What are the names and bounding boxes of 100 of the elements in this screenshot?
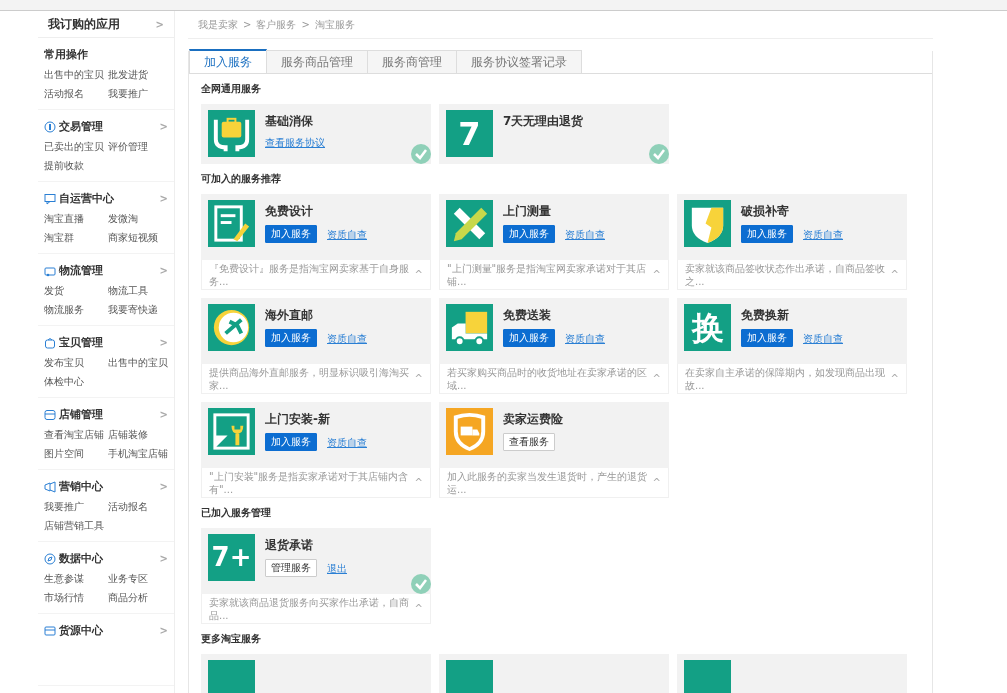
service-link[interactable]: 资质自查 [803, 330, 843, 346]
service-title: 破损补寄 [741, 203, 790, 220]
service-link[interactable]: 资质自查 [565, 226, 605, 242]
sidebar-group-title: 常用操作 [44, 47, 88, 63]
sidebar-link[interactable]: 出售中的宝贝 [108, 353, 168, 372]
sidebar-link[interactable]: 我要推广 [44, 497, 84, 516]
service-title: 免费设计 [265, 203, 314, 220]
section-title: 更多淘宝服务 [201, 632, 262, 646]
sidebar-group-title: 店铺管理 [58, 407, 103, 423]
service-button[interactable]: 管理服务 [265, 559, 317, 577]
service-link[interactable]: 资质自查 [565, 330, 605, 346]
section-title: 全网通用服务 [201, 82, 262, 96]
section-title: 可加入的服务推荐 [201, 172, 282, 186]
breadcrumb-link[interactable]: 我是卖家 [198, 17, 238, 32]
service-description: 『免费设计』服务是指淘宝网卖家基于自身服务... [209, 261, 410, 288]
tab[interactable]: 服务商品管理 [266, 50, 368, 73]
sidebar-link[interactable]: 批发进货 [108, 65, 148, 84]
sidebar-group-title: 宝贝管理 [58, 335, 103, 351]
sidebar-link[interactable]: 发货 [44, 281, 64, 300]
sidebar-link[interactable]: 生意参谋 [44, 569, 84, 588]
megaphone-icon [44, 480, 56, 493]
join-service-button[interactable]: 加入服务 [503, 225, 555, 243]
sidebar-link[interactable]: 手机淘宝店铺 [108, 444, 168, 463]
service-logo: 7+ [208, 534, 255, 581]
service-description: 卖家就该商品退货服务向买家作出承诺，自商品... [209, 595, 410, 622]
join-service-button[interactable]: 加入服务 [265, 433, 317, 451]
service-title: 免费换新 [741, 307, 790, 324]
service-title: 上门测量 [503, 203, 552, 220]
sidebar-link[interactable]: 我要推广 [108, 84, 148, 103]
sidebar-link[interactable]: 评价管理 [108, 137, 148, 156]
sidebar-link[interactable]: 出售中的宝贝 [44, 65, 104, 84]
service-logo: 换 [684, 304, 731, 351]
bag-icon [44, 336, 56, 349]
compass-icon [44, 552, 56, 565]
service-link[interactable]: 资质自查 [327, 434, 367, 450]
service-description: 若买家购买商品时的收货地址在卖家承诺的区域... [447, 365, 648, 392]
sidebar-link[interactable]: 淘宝群 [44, 228, 74, 247]
service-link[interactable]: 查看服务协议 [265, 135, 325, 150]
join-service-button[interactable]: 加入服务 [265, 329, 317, 347]
sidebar-link[interactable]: 店铺装修 [108, 425, 148, 444]
sidebar-group-title: 物流管理 [58, 263, 103, 279]
service-link[interactable]: 资质自查 [803, 226, 843, 242]
sidebar-link[interactable]: 已卖出的宝贝 [44, 137, 104, 156]
sidebar-group-title: 货源中心 [58, 623, 103, 639]
sidebar-link[interactable]: 店铺营销工具 [44, 516, 104, 535]
service-description: "上门安装"服务是指卖家承诺对于其店铺内含有"... [209, 469, 410, 496]
service-link[interactable]: 资质自查 [327, 330, 367, 346]
sidebar-link[interactable]: 查看淘宝店铺 [44, 425, 104, 444]
sidebar-link[interactable]: 体检中心 [44, 372, 84, 391]
service-description: "上门测量"服务是指淘宝网卖家承诺对于其店铺... [447, 261, 648, 288]
sidebar-heading-link[interactable]: 我订购的应用 [48, 15, 120, 33]
service-description: 在卖家自主承诺的保障期内，如发现商品出现故... [685, 365, 886, 392]
sidebar-link[interactable]: 淘宝直播 [44, 209, 84, 228]
sidebar-group-title: 交易管理 [58, 119, 103, 135]
service-logo: 7 [446, 110, 493, 157]
section-title: 已加入服务管理 [201, 506, 272, 520]
sidebar-link[interactable]: 活动报名 [44, 84, 84, 103]
service-title: 基础消保 [265, 113, 314, 130]
tab[interactable]: 加入服务 [189, 49, 267, 73]
join-service-button[interactable]: 加入服务 [503, 329, 555, 347]
sidebar-link[interactable]: 物流服务 [44, 300, 84, 319]
breadcrumb-link[interactable]: 淘宝服务 [314, 17, 355, 32]
sidebar-link[interactable]: 市场行情 [44, 588, 84, 607]
join-service-button[interactable]: 加入服务 [741, 225, 793, 243]
tab[interactable]: 服务协议签署记录 [456, 50, 582, 73]
sidebar-link[interactable]: 发微淘 [108, 209, 138, 228]
sidebar-group-title: 自运营中心 [58, 191, 114, 207]
sidebar-link[interactable]: 业务专区 [108, 569, 148, 588]
breadcrumb-separator: > [243, 18, 252, 32]
service-title: 上门安装-新 [265, 411, 331, 428]
join-service-button[interactable]: 加入服务 [741, 329, 793, 347]
box-icon [44, 624, 56, 637]
service-description: 卖家就该商品签收状态作出承诺，自商品签收之... [685, 261, 886, 288]
service-title: 7天无理由退货 [503, 113, 584, 130]
breadcrumb-separator: > [301, 18, 310, 32]
sidebar-link[interactable]: 商家短视频 [108, 228, 158, 247]
sidebar-group-title: 数据中心 [58, 551, 103, 567]
tab[interactable]: 服务商管理 [367, 50, 457, 73]
service-description: 加入此服务的卖家当发生退货时，产生的退货运... [447, 469, 648, 496]
sidebar-link[interactable]: 商品分析 [108, 588, 148, 607]
sidebar-link[interactable]: 发布宝贝 [44, 353, 84, 372]
sidebar-link[interactable]: 提前收款 [44, 156, 84, 175]
service-link[interactable]: 资质自查 [327, 226, 367, 242]
service-description: 提供商品海外直邮服务，明显标识吸引海淘买家... [209, 365, 410, 392]
service-title: 海外直邮 [265, 307, 314, 324]
service-button[interactable]: 查看服务 [503, 433, 555, 451]
sidebar-link[interactable]: 图片空间 [44, 444, 84, 463]
sidebar-link[interactable]: 物流工具 [108, 281, 148, 300]
sidebar-link[interactable]: 活动报名 [108, 497, 148, 516]
sidebar-group-title: 营销中心 [58, 479, 103, 495]
chat-icon [44, 192, 56, 205]
service-title: 卖家运费险 [503, 411, 563, 428]
info-icon [44, 120, 56, 133]
service-title: 退货承诺 [265, 537, 314, 554]
service-link[interactable]: 退出 [327, 560, 347, 576]
service-title: 免费送装 [503, 307, 552, 324]
breadcrumb-link[interactable]: 客户服务 [256, 17, 297, 32]
sidebar-link[interactable]: 我要寄快递 [108, 300, 158, 319]
store-icon [44, 408, 56, 421]
join-service-button[interactable]: 加入服务 [265, 225, 317, 243]
